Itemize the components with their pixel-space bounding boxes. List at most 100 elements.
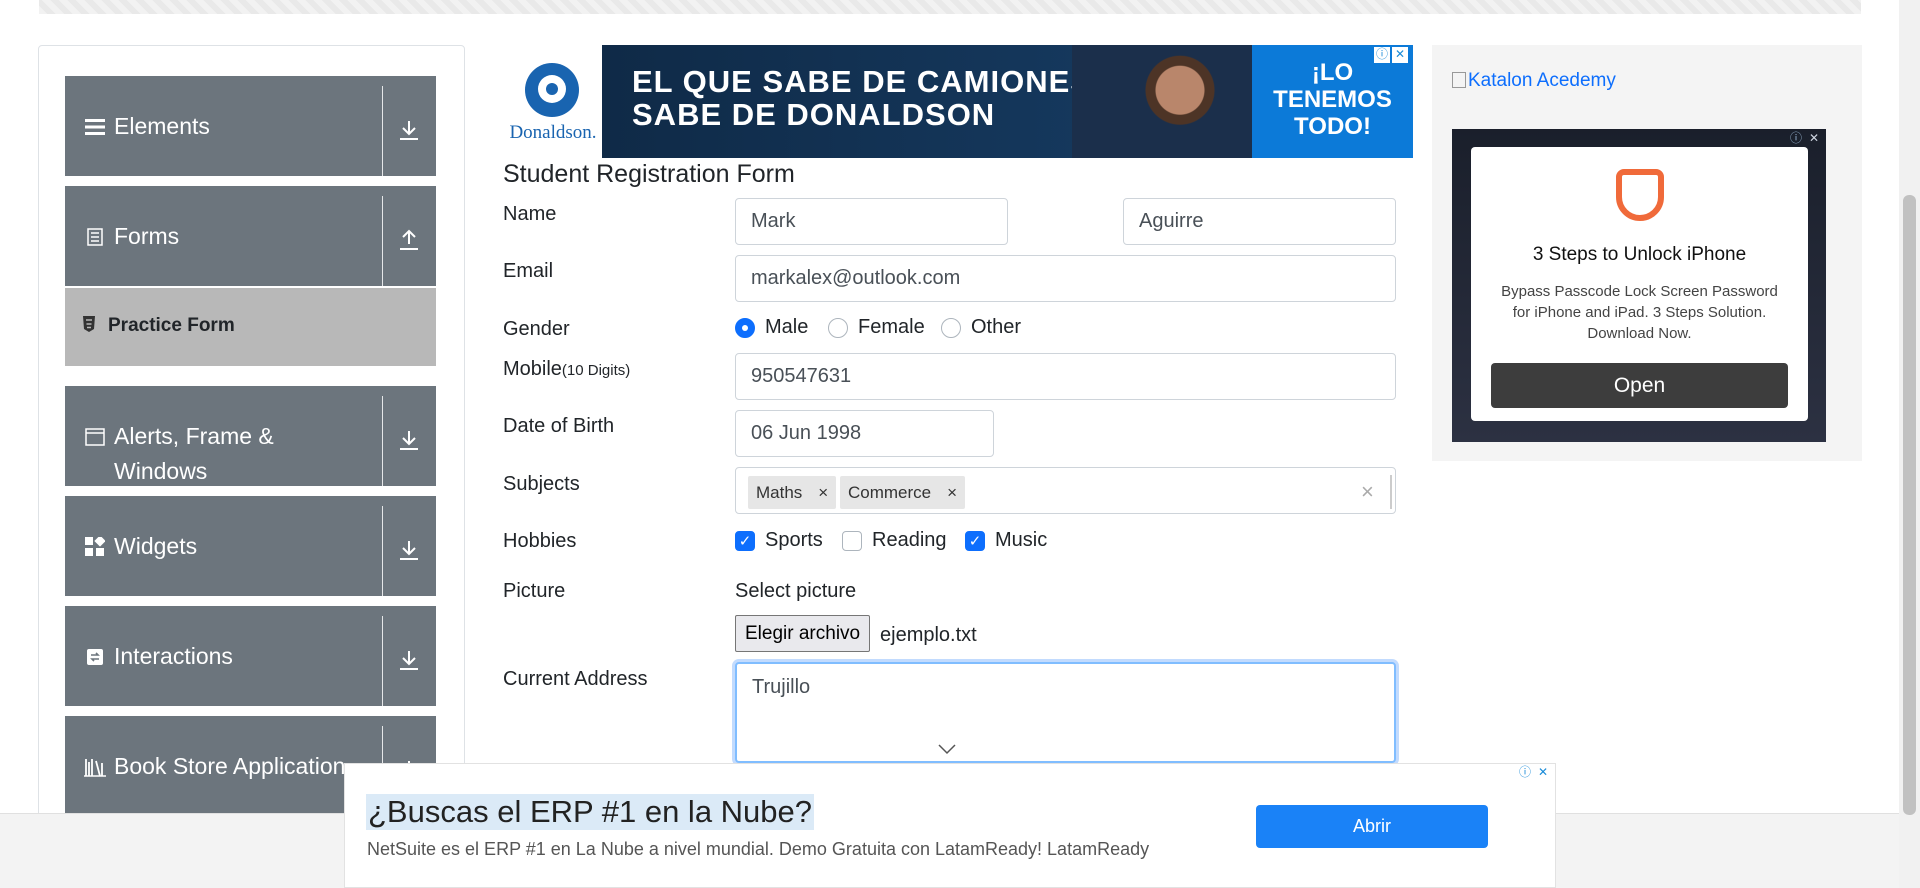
mobile-input[interactable]: 950547631 bbox=[735, 353, 1396, 400]
iphone-ad[interactable]: ⓘ ✕ 3 Steps to Unlock iPhone Bypass Pass… bbox=[1452, 129, 1826, 442]
first-name-input[interactable]: Mark bbox=[735, 198, 1008, 245]
window-icon bbox=[84, 426, 106, 448]
brand-logo-icon bbox=[1616, 169, 1664, 221]
radio-unselected[interactable] bbox=[941, 317, 961, 338]
brand-name: Donaldson. bbox=[509, 122, 597, 143]
top-advertisement[interactable]: Donaldson. EL QUE SABE DE CAMIONES SABE … bbox=[505, 45, 1413, 158]
donaldson-logo: Donaldson. bbox=[505, 45, 601, 158]
sidebar-item-practice-form[interactable]: Practice Form bbox=[65, 288, 436, 366]
sidebar-group-label: Book Store Application bbox=[114, 753, 346, 779]
select-picture-label: Select picture bbox=[735, 580, 857, 602]
sidebar-group-label: Widgets bbox=[114, 533, 198, 559]
radio-label: Male bbox=[765, 316, 809, 338]
hobby-music-checkbox[interactable]: ✓ Music bbox=[965, 529, 1047, 552]
close-icon[interactable]: ✕ bbox=[1392, 47, 1408, 63]
email-label: Email bbox=[503, 260, 554, 282]
ad-banner[interactable]: EL QUE SABE DE CAMIONES SABE DE DONALDSO… bbox=[602, 45, 1413, 158]
hobby-reading-checkbox[interactable]: Reading bbox=[842, 529, 947, 552]
sidebar-group-elements[interactable]: Elements bbox=[65, 76, 436, 176]
gender-other-radio[interactable]: Other bbox=[941, 316, 1021, 339]
download-arrow-icon[interactable] bbox=[392, 423, 426, 457]
mobile-label-text: Mobile bbox=[503, 358, 562, 380]
close-icon[interactable]: ✕ bbox=[1535, 765, 1551, 781]
sidebar-group-forms[interactable]: Forms bbox=[65, 186, 436, 286]
gender-male-radio[interactable]: Male bbox=[735, 316, 808, 339]
scrollbar-thumb[interactable] bbox=[1903, 195, 1916, 815]
grid-icon bbox=[84, 536, 106, 558]
chip-label: Maths bbox=[756, 482, 803, 502]
chevron-down-icon bbox=[937, 742, 957, 760]
name-label: Name bbox=[503, 203, 557, 225]
sidebar-group-alerts[interactable]: Alerts, Frame & Windows bbox=[65, 386, 436, 486]
sidebar-group-label: Interactions bbox=[114, 643, 233, 669]
html5-icon bbox=[82, 316, 96, 337]
ad-line-2: SABE DE DONALDSON bbox=[632, 97, 996, 132]
ad-heading: 3 Steps to Unlock iPhone bbox=[1532, 244, 1747, 265]
hobbies-label: Hobbies bbox=[503, 530, 577, 552]
checkbox-checked[interactable]: ✓ bbox=[965, 530, 985, 551]
dob-input[interactable]: 06 Jun 1998 bbox=[735, 410, 994, 457]
open-button[interactable]: Open bbox=[1491, 363, 1788, 408]
remove-chip-icon[interactable]: × bbox=[810, 483, 836, 503]
close-icon[interactable]: ✕ bbox=[1806, 131, 1822, 147]
sidebar-group-label-line2: Windows bbox=[114, 458, 208, 484]
adchoices-icon[interactable]: ⓘ bbox=[1788, 131, 1804, 147]
radio-selected[interactable] bbox=[735, 317, 755, 338]
download-arrow-icon[interactable] bbox=[392, 533, 426, 567]
ad-heading: ¿Buscas el ERP #1 en la Nube? bbox=[366, 794, 815, 830]
download-arrow-icon[interactable] bbox=[392, 643, 426, 677]
subjects-label: Subjects bbox=[503, 473, 580, 495]
radio-label: Female bbox=[858, 316, 925, 338]
divider bbox=[382, 86, 383, 176]
hobby-sports-checkbox[interactable]: ✓ Sports bbox=[735, 529, 823, 552]
katalon-link[interactable]: Katalon Acedemy bbox=[1452, 70, 1616, 92]
vertical-scrollbar[interactable] bbox=[1899, 0, 1920, 888]
ad-body: NetSuite es el ERP #1 en La Nube a nivel… bbox=[367, 839, 1150, 859]
sidebar-group-label: Elements bbox=[114, 113, 210, 139]
divider bbox=[382, 396, 383, 486]
ad-person-image bbox=[1072, 45, 1252, 158]
checkbox-label: Music bbox=[995, 529, 1048, 551]
adchoices-icon[interactable]: ⓘ bbox=[1374, 47, 1390, 63]
bottom-advertisement[interactable]: ⓘ ✕ ¿Buscas el ERP #1 en la Nube? NetSui… bbox=[344, 763, 1556, 888]
ad-line-1: EL QUE SABE DE CAMIONES bbox=[632, 64, 1092, 99]
abrir-button[interactable]: Abrir bbox=[1256, 805, 1488, 848]
download-arrow-icon[interactable] bbox=[392, 113, 426, 147]
logo-dot bbox=[546, 83, 558, 95]
divider bbox=[382, 196, 383, 286]
chip-label: Commerce bbox=[848, 482, 932, 502]
separator bbox=[1390, 475, 1392, 509]
sidebar-group-label: Forms bbox=[114, 223, 180, 249]
subject-chip: Maths × bbox=[748, 476, 837, 509]
gender-female-radio[interactable]: Female bbox=[828, 316, 925, 339]
subject-chip: Commerce × bbox=[840, 476, 966, 509]
katalon-link-text: Katalon Acedemy bbox=[1468, 70, 1616, 91]
checkbox-checked[interactable]: ✓ bbox=[735, 530, 755, 551]
current-address-textarea[interactable]: Trujillo bbox=[735, 662, 1396, 763]
last-name-input[interactable]: Aguirre bbox=[1123, 198, 1396, 245]
clear-icon[interactable]: × bbox=[1361, 479, 1374, 505]
remove-chip-icon[interactable]: × bbox=[939, 483, 965, 503]
picture-label: Picture bbox=[503, 580, 566, 602]
divider bbox=[382, 506, 383, 596]
divider bbox=[382, 616, 383, 706]
sidebar-group-widgets[interactable]: Widgets bbox=[65, 496, 436, 596]
checkbox-label: Reading bbox=[872, 529, 947, 551]
address-label: Current Address bbox=[503, 668, 648, 690]
radio-unselected[interactable] bbox=[828, 317, 848, 338]
ad-right-line-3: TODO! bbox=[1294, 113, 1371, 140]
refresh-icon bbox=[84, 646, 106, 668]
choose-file-button[interactable]: Elegir archivo bbox=[735, 615, 871, 652]
sidebar-group-interactions[interactable]: Interactions bbox=[65, 606, 436, 706]
ad-right-line-1: ¡LO bbox=[1311, 59, 1354, 86]
broken-image-icon bbox=[1452, 72, 1466, 88]
right-advertisement-column: Katalon Acedemy ⓘ ✕ 3 Steps to Unlock iP… bbox=[1432, 45, 1862, 461]
upload-arrow-icon[interactable] bbox=[392, 223, 426, 257]
ad-right-line-2: TENEMOS bbox=[1273, 86, 1392, 113]
sidebar: Elements Forms Practice Form Alerts, Fra… bbox=[38, 45, 465, 825]
adchoices-icon[interactable]: ⓘ bbox=[1517, 765, 1533, 781]
radio-label: Other bbox=[971, 316, 1022, 338]
email-input[interactable]: markalex@outlook.com bbox=[735, 255, 1396, 302]
checkbox-unchecked[interactable] bbox=[842, 530, 862, 551]
page-title: Student Registration Form bbox=[503, 160, 795, 188]
